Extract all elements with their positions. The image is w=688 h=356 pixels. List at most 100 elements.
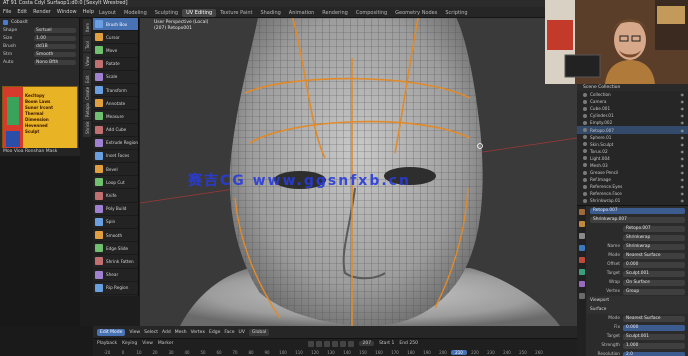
tool-item[interactable]: Bevel xyxy=(93,163,138,177)
play-icon[interactable] xyxy=(332,340,339,347)
tool-item[interactable]: Smooth xyxy=(93,229,138,243)
tool-item[interactable]: Move xyxy=(93,44,138,58)
play-reverse-icon[interactable] xyxy=(324,340,331,347)
outliner-row[interactable]: Torus.02 ◉ xyxy=(577,148,688,155)
workspace-tab[interactable]: Sculpting xyxy=(151,9,182,17)
header-menu-item[interactable]: Vertex xyxy=(191,330,205,335)
visibility-icon[interactable]: ◉ xyxy=(681,113,685,118)
property-field[interactable]: 2.0 xyxy=(623,351,685,356)
modifier-name-field[interactable]: Shrinkwrap.007 xyxy=(590,216,685,223)
setting-field[interactable]: Nono Bfth xyxy=(34,59,76,65)
tool-item[interactable]: Cursor xyxy=(93,31,138,45)
header-menu-item[interactable]: Face xyxy=(224,330,234,335)
menu-file[interactable]: File xyxy=(0,9,14,15)
outliner-row[interactable]: Retopo.007 ◉ xyxy=(577,126,688,134)
property-field[interactable]: Sculpt.001 xyxy=(623,333,685,340)
prev-key-icon[interactable] xyxy=(316,340,323,347)
header-menu-item[interactable]: Add xyxy=(162,330,171,335)
outliner-row[interactable]: Light.004 ◉ xyxy=(577,155,688,162)
timeline-menu[interactable]: Marker xyxy=(158,341,174,346)
outliner-row[interactable]: Reference.Face ◉ xyxy=(577,190,688,197)
workspace-tab[interactable]: Animation xyxy=(285,9,319,17)
tool-item[interactable]: Spin xyxy=(93,216,138,229)
setting-field[interactable]: Ssrtuel xyxy=(34,27,76,33)
tool-item[interactable]: Inset Faces xyxy=(93,150,138,164)
tool-item[interactable]: Add Cube xyxy=(93,124,138,137)
tool-item[interactable]: Shrink Fatten xyxy=(93,255,138,269)
outliner-row[interactable]: Cylinder.01 ◉ xyxy=(577,112,688,119)
header-menu-item[interactable]: UV xyxy=(239,330,245,335)
object-name-field[interactable]: Retopo.007 xyxy=(590,207,685,214)
outliner-row[interactable]: Skin.Sculpt ◉ xyxy=(577,141,688,148)
start-frame[interactable]: Start 1 xyxy=(379,341,394,346)
menu-render[interactable]: Render xyxy=(30,9,54,15)
visibility-icon[interactable]: ◉ xyxy=(681,135,685,140)
tool-item[interactable]: Transform xyxy=(93,84,138,98)
menu-window[interactable]: Window xyxy=(54,9,80,15)
visibility-icon[interactable]: ◉ xyxy=(681,177,685,182)
mode-selector[interactable]: Edit Mode xyxy=(97,328,126,336)
next-key-icon[interactable] xyxy=(340,340,347,347)
visibility-icon[interactable]: ◉ xyxy=(681,198,685,203)
setting-field[interactable]: Smooth xyxy=(34,51,76,57)
workspace-tab[interactable]: Geometry Nodes xyxy=(391,9,441,17)
outliner-row[interactable]: Cube.001 ◉ xyxy=(577,105,688,112)
outliner-row[interactable]: Collection ◉ xyxy=(577,91,688,98)
property-field[interactable]: Group xyxy=(623,288,685,295)
property-field[interactable]: 0.000 xyxy=(623,324,685,331)
orientation-selector[interactable]: Global xyxy=(248,328,270,336)
tool-item[interactable]: Brush Box xyxy=(93,18,138,32)
sidebar-tab[interactable]: Tool xyxy=(83,36,91,52)
sidebar-tab[interactable]: Retopo xyxy=(83,103,91,120)
particles-tab-icon[interactable] xyxy=(578,257,585,263)
jump-start-icon[interactable] xyxy=(308,340,315,347)
workspace-tab[interactable]: Compositing xyxy=(352,9,391,17)
modifier-tab-icon[interactable] xyxy=(578,245,585,251)
workspace-tab[interactable]: Layout xyxy=(95,9,120,17)
property-field[interactable]: Nearest Surface xyxy=(623,252,685,259)
tool-item[interactable]: Poly Build xyxy=(93,203,138,216)
visibility-icon[interactable]: ◉ xyxy=(681,156,685,161)
tool-item[interactable]: Extrude Region xyxy=(93,137,138,150)
visibility-icon[interactable]: ◉ xyxy=(681,149,685,154)
setting-field[interactable]: dd1B xyxy=(34,43,76,49)
visibility-icon[interactable]: ◉ xyxy=(681,106,685,111)
physics-tab-icon[interactable] xyxy=(578,269,585,275)
visibility-icon[interactable]: ◉ xyxy=(681,120,685,125)
sidebar-tab[interactable]: Shrink xyxy=(83,121,91,137)
3d-viewport[interactable]: User Perspective (Local) (207) Retopo001… xyxy=(140,18,577,326)
tool-item[interactable]: Rotate xyxy=(93,58,138,71)
setting-field[interactable]: 1.00 xyxy=(34,35,76,41)
property-field[interactable]: Shrinkwrap xyxy=(623,243,685,250)
material-tab-icon[interactable] xyxy=(578,281,585,287)
visibility-icon[interactable]: ◉ xyxy=(681,92,685,97)
timeline-menu[interactable]: Playback xyxy=(97,341,117,346)
outliner-row[interactable]: Grease Pencil ◉ xyxy=(577,169,688,176)
workspace-tab[interactable]: Rendering xyxy=(318,9,352,17)
output-tab-icon[interactable] xyxy=(578,233,585,239)
property-field[interactable]: Retopo.007 xyxy=(623,225,685,232)
data-tab-icon[interactable] xyxy=(578,293,585,299)
visibility-icon[interactable]: ◉ xyxy=(681,191,685,196)
sidebar-tab[interactable]: Item xyxy=(83,19,91,35)
outliner-row[interactable]: Shrinkwrap.01 ◉ xyxy=(577,197,688,204)
jump-end-icon[interactable] xyxy=(348,340,355,347)
render-tab-icon[interactable] xyxy=(578,221,585,227)
workspace-tab[interactable]: UV Editing xyxy=(182,8,217,17)
property-field[interactable]: 1.000 xyxy=(623,342,685,349)
tool-item[interactable]: Edge Slide xyxy=(93,242,138,256)
visibility-icon[interactable]: ◉ xyxy=(681,128,685,133)
tool-item[interactable]: Annotate xyxy=(93,97,138,111)
outliner-row[interactable]: Ref.Image ◉ xyxy=(577,176,688,183)
timeline-menu[interactable]: Keying xyxy=(122,341,137,346)
tool-item[interactable]: Rip Region xyxy=(93,282,138,295)
property-field[interactable]: 0.000 xyxy=(623,261,685,268)
visibility-icon[interactable]: ◉ xyxy=(681,170,685,175)
workspace-tab[interactable]: Scripting xyxy=(441,9,471,17)
sidebar-tab[interactable]: View xyxy=(83,53,91,69)
timeline-menu[interactable]: View xyxy=(142,341,153,346)
panel-section[interactable]: Surface xyxy=(587,305,688,314)
tool-item[interactable]: Measure xyxy=(93,110,138,124)
header-menu-item[interactable]: Select xyxy=(144,330,158,335)
tool-tab-icon[interactable] xyxy=(578,209,585,215)
